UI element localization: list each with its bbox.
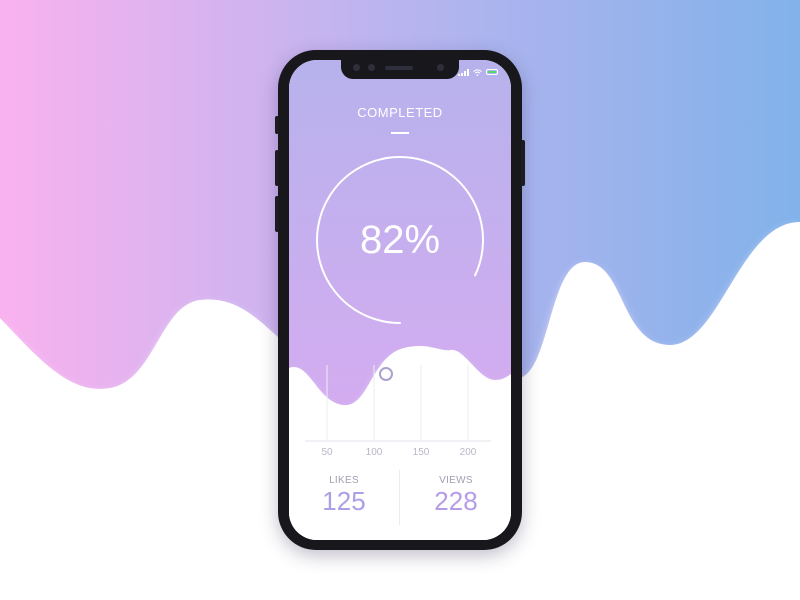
chart-scrubber-handle[interactable] [379,367,393,381]
power-button [521,140,525,186]
title-underline [391,132,409,134]
page-title: COMPLETED [357,105,443,120]
x-axis-tick: 150 [412,447,430,458]
views-label: VIEWS [439,475,473,486]
phone-notch [341,60,459,79]
phone-screen: COMPLETED 82% 50 100 150 200 LIKES 125 V… [289,60,511,540]
views-stat: VIEWS 228 [401,475,511,516]
views-value: 228 [434,486,478,516]
likes-stat: LIKES 125 [289,475,399,516]
progress-percent: 82% [359,218,441,262]
stats-divider [399,470,400,525]
volume-up-button [275,150,279,186]
sensor-icon [368,64,375,71]
x-axis-tick: 200 [459,447,477,458]
status-bar [458,68,498,76]
phone-frame: COMPLETED 82% 50 100 150 200 LIKES 125 V… [275,50,525,550]
likes-value: 125 [322,486,366,516]
signal-icon [458,68,469,76]
battery-icon [486,69,498,75]
likes-label: LIKES [329,475,359,486]
speaker-grille [385,66,413,70]
x-axis-tick: 100 [365,447,383,458]
camera-icon [353,64,360,71]
volume-down-button [275,196,279,232]
x-axis-tick: 50 [321,447,333,458]
front-camera-icon [437,64,444,71]
mute-switch [275,116,279,134]
wifi-icon [473,68,482,76]
